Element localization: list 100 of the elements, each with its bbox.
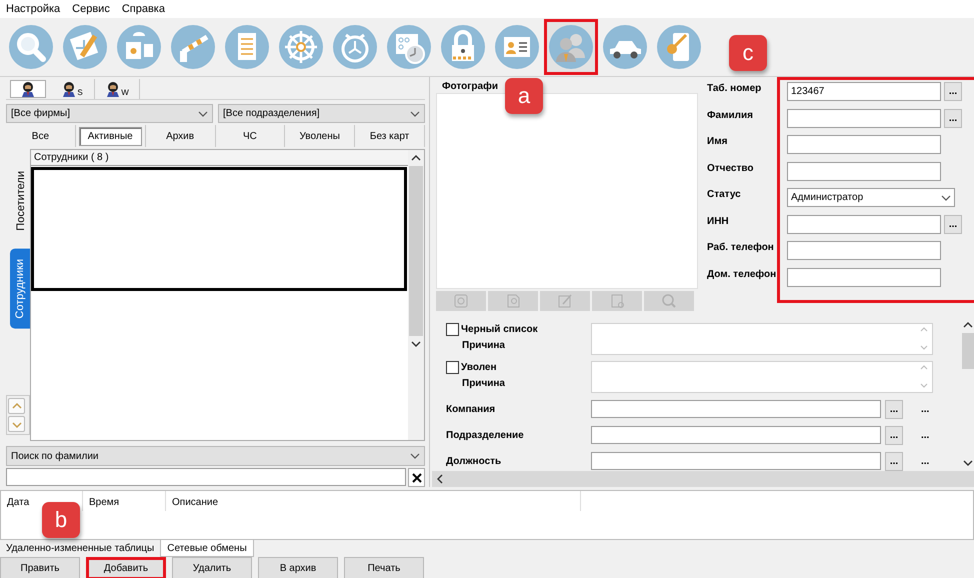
clear-button[interactable] [408, 468, 425, 487]
field-label: Отчество [707, 162, 754, 176]
scroll-up-button[interactable] [8, 398, 25, 414]
key-door-icon [656, 24, 702, 70]
barrier-icon [170, 24, 216, 70]
dropdown[interactable]: Поиск по фамилии [6, 446, 425, 466]
input-field[interactable] [787, 214, 941, 234]
field-label: Причина [462, 340, 506, 351]
scrollbar-thumb[interactable] [962, 333, 974, 369]
filter-tab[interactable]: Архив [158, 128, 202, 144]
scrollbar-thumb[interactable] [409, 166, 423, 336]
chevron-up-icon [963, 321, 973, 329]
input-field[interactable] [591, 400, 881, 418]
input-field[interactable] [787, 108, 941, 128]
search-icon [8, 24, 54, 70]
more-link[interactable]: ... [921, 430, 930, 440]
checkbox[interactable] [446, 361, 459, 374]
browse-button[interactable]: ... [944, 82, 962, 101]
scrollbar[interactable] [408, 150, 424, 440]
field-label: Подразделение [446, 428, 525, 442]
padlock-icon [440, 24, 486, 70]
plan-pencil-icon [62, 24, 108, 70]
document-icon [224, 24, 270, 70]
text-area[interactable] [591, 361, 933, 393]
filter-tab[interactable]: Уволены [292, 128, 348, 144]
callout-label: a [505, 78, 543, 114]
checkbox-label: Уволен [461, 362, 497, 373]
field-label: Должность [446, 454, 502, 468]
section-title: Фотографи [441, 80, 500, 93]
id-card-icon [494, 24, 540, 70]
action-button[interactable]: Добавить [86, 557, 166, 578]
tab[interactable]: Сетевые обмены [160, 540, 254, 557]
input-field[interactable] [787, 135, 941, 154]
menu-item[interactable]: Справка [122, 3, 165, 15]
person-icon [20, 81, 36, 97]
column-header: Время [83, 491, 166, 511]
filter-tab[interactable]: ЧС [234, 128, 265, 144]
more-link[interactable]: ... [921, 404, 930, 414]
side-tab[interactable]: Посетители [12, 167, 30, 235]
browse-button[interactable]: ... [885, 400, 903, 418]
side-tab[interactable]: Сотрудники [10, 248, 30, 328]
menu-item[interactable]: Настройка [6, 3, 60, 15]
browse-button[interactable]: ... [885, 426, 903, 444]
list-header: Сотрудники ( 8 ) [31, 150, 408, 166]
wheel-icon [278, 24, 324, 70]
checkbox-label: Черный список [461, 324, 538, 335]
chevron-down-icon [963, 459, 973, 467]
action-button[interactable]: В архив [258, 557, 338, 578]
action-button[interactable]: Печать [344, 557, 424, 578]
action-button[interactable]: Удалить [172, 557, 252, 578]
menu-item[interactable]: Сервис [72, 3, 110, 15]
field-label: Имя [707, 135, 728, 149]
text-area[interactable] [591, 323, 933, 355]
callout-label: c [729, 35, 767, 71]
view-tab[interactable]: S [50, 79, 95, 99]
dropdown[interactable]: [Все подразделения] [218, 104, 425, 123]
filter-tab[interactable]: Все [24, 128, 58, 144]
action-button[interactable]: Править [0, 557, 80, 578]
search-field[interactable] [6, 468, 406, 486]
view-tab[interactable]: W [95, 79, 140, 99]
browse-button[interactable]: ... [885, 452, 903, 470]
scroll-down-button[interactable] [8, 416, 25, 432]
field-label: Компания [446, 402, 496, 416]
field-label: Дом. телефон [707, 268, 778, 282]
dropdown[interactable]: [Все фирмы] [6, 104, 213, 123]
search-icon [660, 292, 678, 310]
close-icon [410, 472, 422, 484]
input-field[interactable] [787, 268, 941, 286]
view-tab[interactable] [10, 80, 46, 98]
field-label: ИНН [707, 214, 730, 228]
callout-label: b [42, 502, 80, 538]
dropdown[interactable]: Администратор [787, 188, 955, 207]
input-field[interactable]: 123467 [787, 82, 941, 101]
chevron-down-icon [198, 110, 208, 118]
checkbox[interactable] [446, 323, 459, 336]
photo-frame-icon [452, 292, 470, 310]
more-link[interactable]: ... [921, 456, 930, 466]
input-field[interactable] [787, 241, 941, 260]
field-label: Причина [462, 378, 506, 389]
filter-tab[interactable]: Без карт [362, 128, 418, 144]
people-icon [548, 24, 594, 70]
browse-button[interactable]: ... [944, 214, 962, 234]
field-label: Таб. номер [707, 82, 762, 96]
filter-tab[interactable]: Активные [78, 126, 142, 146]
input-field[interactable] [787, 162, 941, 180]
chevron-down-icon [941, 194, 951, 202]
chevron-left-icon [436, 474, 444, 484]
input-field[interactable] [591, 426, 881, 444]
field-label: Статус [707, 188, 742, 202]
chevron-down-icon [410, 452, 420, 460]
input-field[interactable] [591, 452, 881, 470]
panel-clock-icon [386, 24, 432, 70]
column-header: Описание [166, 491, 581, 511]
person-icon [105, 81, 122, 97]
browse-button[interactable]: ... [944, 108, 962, 128]
toolbar-button[interactable] [544, 19, 598, 75]
scrollbar[interactable] [432, 471, 974, 487]
devices-icon [116, 24, 162, 70]
field-label: Фамилия [707, 108, 754, 122]
chevron-up-icon [411, 154, 421, 162]
